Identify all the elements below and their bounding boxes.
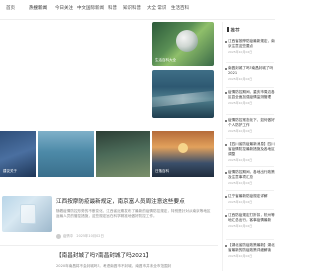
sidebar-item[interactable]: 江西防疫规定打折扣，杭州等地汇总出行，客事疫情最新 2025年10月02日 [225, 213, 276, 229]
article-meta: 疫情中 2025年10月02日 [56, 233, 104, 239]
sidebar-item-date: 2025年10月02日 [228, 157, 253, 162]
divider [226, 62, 274, 63]
divider [226, 209, 274, 210]
gallery-tile-4[interactable]: 日落百科 [152, 131, 214, 177]
sun-image [178, 143, 188, 153]
bullet-icon [225, 41, 227, 43]
divider [226, 239, 274, 240]
sidebar-item-title[interactable]: 疫情防控常态化下，如何做好个人防护工作 [228, 118, 276, 128]
article-thumbnail[interactable] [2, 196, 52, 232]
wave-image [152, 90, 214, 108]
soccer-ball-image [176, 30, 198, 52]
sidebar-item[interactable]: 疫情防控期间，重庆市周边各区县全面加强疫情监测管理 2025年10月02日 [225, 90, 276, 106]
bullet-icon [225, 172, 227, 174]
divider [226, 138, 274, 139]
nav-item-knowledge[interactable]: 知识科普 [123, 5, 141, 11]
sidebar-item-title[interactable]: 辽宁省最新防疫规定详解 [228, 194, 276, 199]
nav-item-common-sense[interactable]: 大全 常识 [147, 5, 166, 11]
sidebar-heading: 推荐 [227, 27, 240, 34]
sidebar-item-date: 2025年10月02日 [228, 181, 253, 186]
nav-item-life[interactable]: 生活百科 [171, 5, 189, 11]
nav-item-today-focus[interactable]: 今日关注 [55, 5, 73, 11]
article-author: 疫情中 [63, 234, 74, 238]
sidebar-item-date: 2025年10月02日 [228, 129, 253, 134]
author-avatar [56, 233, 61, 239]
nav-item-home[interactable]: 首页 [6, 5, 15, 11]
sidebar-item-title[interactable]: 疫情防控期间，重庆市周边各区县全面加强疫情监测管理 [228, 90, 276, 100]
nav-item-science[interactable]: 科普 [108, 5, 117, 11]
feature-tile-ocean[interactable] [152, 70, 214, 118]
nav-item-hot-news[interactable]: 热搜新闻 [29, 5, 47, 11]
sidebar-item-date: 2025年10月02日 [228, 200, 253, 205]
sidebar-item-title[interactable]: 疫情防控期间，各地出行政策及注意事项汇总 [228, 170, 276, 180]
bullet-icon [225, 120, 227, 122]
bullet-icon [225, 144, 227, 146]
bullet-icon [225, 68, 227, 70]
sidebar-item-title[interactable]: 南昌封城了吗?南昌封城了吗2021 [228, 66, 276, 76]
sidebar-item[interactable]: 江西省按摩防疫最新规定，南京注意这些要点 2025年10月02日 [225, 39, 276, 55]
sidebar-item-title[interactable]: 江西省按摩防疫最新规定，南京注意这些要点 [228, 39, 276, 49]
sidebar-item-title[interactable]: 【湖北省防疫政策最新】湖北省最新的防疫政策详细解读 [228, 243, 276, 253]
article-summary: 随着疫情防控形势的不断变化，江西省近期发布了最新的疫情防控规定，特别是针对从南京… [56, 209, 211, 219]
sidebar-item[interactable]: 【湖北省防疫政策最新】湖北省最新的防疫政策详细解读 2025年10月02日 [225, 243, 276, 259]
sidebar-item-date: 2025年10月02日 [228, 224, 253, 229]
gallery-tile-caption: 日落百科 [155, 169, 169, 173]
feature-tile-caption: 生活百科大全 [155, 58, 176, 62]
sidebar-item-date: 2025年10月02日 [228, 101, 253, 106]
bullet-icon [225, 92, 227, 94]
divider [0, 245, 218, 246]
sidebar-item[interactable]: 疫情防控期间，各地出行政策及注意事项汇总 2025年10月02日 [225, 170, 276, 186]
sidebar-item-title[interactable]: 【四川省防疫最新消息】四川省疫情防控最新措施及各地区调整 [228, 142, 276, 156]
gallery-tile-3[interactable] [96, 131, 150, 177]
sidebar-item[interactable]: 【四川省防疫最新消息】四川省疫情防控最新措施及各地区调整 2025年10月02日 [225, 142, 276, 162]
bullet-icon [225, 245, 227, 247]
sidebar-recommended: 推荐 江西省按摩防疫最新规定，南京注意这些要点 2025年10月02日 南昌封城… [222, 22, 275, 271]
gallery-tile-caption: 建议关于 [3, 169, 17, 173]
feature-tile-soccer[interactable]: 生活百科大全 [152, 22, 214, 66]
divider [226, 166, 274, 167]
divider [226, 114, 274, 115]
gallery-tile-2[interactable] [38, 131, 94, 177]
divider [226, 190, 274, 191]
glass-image [20, 204, 36, 224]
bullet-icon [225, 215, 227, 217]
sidebar-item-date: 2025年10月02日 [228, 77, 253, 82]
nav-item-intl-news[interactable]: 中文国际新闻 [77, 5, 104, 11]
article-2-title[interactable]: 【南昌封城了吗?南昌封城了吗2021】 [56, 251, 216, 259]
article-title[interactable]: 江西按摩防疫最新规定，南京富人员周注意这些要点 [56, 197, 216, 205]
article-2-summary: 2020年南昌将不会封城吗?。考虑南昌市不封城，南昌市并未全市范围封 [56, 264, 172, 268]
sidebar-item-date: 2025年10月02日 [228, 254, 253, 259]
article-date: 2025年10月02日 [76, 234, 104, 238]
sidebar-item-date: 2025年10月02日 [228, 50, 253, 55]
sidebar-item[interactable]: 辽宁省最新防疫规定详解 2025年10月02日 [225, 194, 276, 205]
divider [226, 87, 274, 88]
sidebar-item-title[interactable]: 江西防疫规定打折扣，杭州等地汇总出行，客事疫情最新 [228, 213, 276, 223]
sidebar-item[interactable]: 南昌封城了吗?南昌封城了吗2021 2025年10月02日 [225, 66, 276, 82]
gallery-tile-1[interactable]: 建议关于 [0, 131, 36, 177]
top-nav: 首页 热搜新闻 今日关注 中文国际新闻 科普 知识科普 大全 常识 生活百科 [0, 0, 275, 20]
sidebar-item[interactable]: 疫情防控常态化下，如何做好个人防护工作 2025年10月02日 [225, 118, 276, 134]
bullet-icon [225, 196, 227, 198]
